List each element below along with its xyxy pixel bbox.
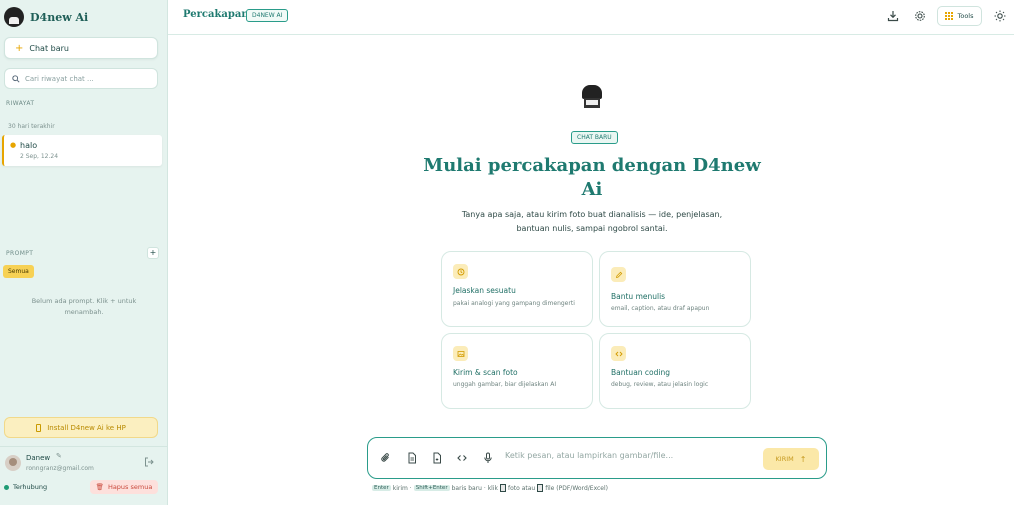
plus-icon: +: [15, 42, 24, 54]
suggestion-card-photo[interactable]: Kirim & scan foto unggah gambar, biar di…: [441, 333, 593, 409]
suggestion-card-explain[interactable]: Jelaskan sesuatu pakai analogi yang gamp…: [441, 251, 593, 327]
pencil-icon: [611, 267, 626, 282]
new-chat-badge: CHAT BARU: [571, 131, 618, 144]
suggestion-card-coding[interactable]: Bantuan coding debug, review, atau jelas…: [599, 333, 751, 409]
arrow-up-icon: ↑: [799, 454, 807, 464]
install-app-button[interactable]: Install D4new Ai ke HP: [4, 417, 158, 438]
status-dot-icon: [4, 484, 9, 490]
suggestion-card-write[interactable]: Bantu menulis email, caption, atau draf …: [599, 251, 751, 327]
card-title: Jelaskan sesuatu: [453, 286, 516, 295]
file-mini-icon: [537, 484, 544, 492]
card-title: Kirim & scan foto: [453, 368, 518, 377]
conversation-date: 2 Sep, 12.24: [20, 153, 59, 160]
prompt-filter-all[interactable]: Semua: [3, 265, 34, 278]
trash-icon: 🗑: [95, 483, 104, 491]
shift-enter-key: Shift+Enter: [413, 485, 450, 491]
card-title: Bantu menulis: [611, 292, 666, 301]
history-heading: RIWAYAT: [6, 100, 35, 107]
hero-subtitle: Tanya apa saja, atau kirim foto buat dia…: [461, 210, 723, 233]
tools-button[interactable]: Tools: [937, 6, 982, 26]
card-description: pakai analogi yang gampang dimengerti: [453, 300, 575, 307]
prompt-empty-text: Belum ada prompt. Klik + untuk menambah.: [31, 297, 137, 316]
paperclip-icon[interactable]: [380, 452, 392, 464]
new-chat-button[interactable]: + Chat baru: [4, 37, 158, 59]
photo-icon: [500, 484, 506, 492]
grid-icon: [945, 12, 954, 20]
topbar: Percakapan D4NEW AI Tools: [168, 0, 1014, 35]
sidebar: D4new Ai + Chat baru RIWAYAT 30 hari ter…: [0, 0, 168, 505]
conversation-item[interactable]: ● halo 2 Sep, 12.24: [2, 135, 162, 166]
card-description: email, caption, atau draf apapun: [611, 305, 710, 312]
download-icon[interactable]: [887, 10, 899, 22]
add-prompt-button[interactable]: +: [147, 247, 159, 259]
hint-file: file (PDF/Word/Excel): [545, 484, 609, 492]
user-email: ronngranz@gmail.com: [26, 465, 94, 472]
history-group-label: 30 hari terakhir: [8, 123, 55, 130]
search-icon: [12, 74, 20, 83]
brand-name: D4new Ai: [30, 10, 89, 24]
active-dot-icon: ●: [10, 141, 17, 149]
card-title: Bantuan coding: [611, 368, 670, 377]
mic-icon[interactable]: [482, 452, 494, 464]
sun-icon[interactable]: [994, 10, 1006, 22]
hero-title: Mulai percakapan dengan D4new Ai: [423, 155, 761, 200]
enter-key: Enter: [372, 485, 391, 491]
image-icon: [453, 346, 468, 361]
document-icon[interactable]: [406, 452, 418, 464]
avatar[interactable]: [5, 455, 21, 471]
status-label: Terhubung: [13, 483, 48, 491]
gear-icon[interactable]: [914, 10, 926, 22]
brand[interactable]: D4new Ai: [4, 6, 88, 28]
hint-send: kirim ·: [392, 484, 412, 492]
send-label: KIRIM: [775, 455, 794, 463]
hint-newline: baris baru · klik: [451, 484, 498, 492]
chat-main: CHAT BARU Mulai percakapan dengan D4new …: [168, 36, 1014, 505]
prompt-heading: PROMPT: [6, 250, 34, 257]
phone-icon: [36, 423, 42, 432]
history-search: [4, 68, 158, 89]
connection-status: Terhubung: [4, 483, 47, 491]
install-label: Install D4new Ai ke HP: [47, 423, 126, 432]
file-icon[interactable]: [431, 452, 443, 464]
clock-icon: [453, 264, 468, 279]
new-chat-label: Chat baru: [29, 43, 69, 53]
card-description: debug, review, atau jelasin logic: [611, 381, 709, 388]
tools-label: Tools: [957, 12, 974, 20]
hero-avatar: [577, 83, 607, 113]
message-composer: KIRIM ↑: [367, 437, 827, 479]
composer-hint: Enter kirim · Shift+Enter baris baru · k…: [370, 484, 608, 492]
send-button[interactable]: KIRIM ↑: [763, 448, 819, 470]
code-icon: [611, 346, 626, 361]
user-name: Danew: [26, 454, 51, 462]
brand-logo: [4, 7, 24, 27]
model-badge: D4NEW AI: [246, 9, 289, 22]
hint-photo: foto atau: [508, 484, 536, 492]
page-title: Percakapan: [183, 9, 249, 20]
message-input[interactable]: [505, 451, 745, 460]
clear-all-button[interactable]: 🗑 Hapus semua: [90, 480, 158, 494]
sidebar-divider: [0, 446, 168, 447]
clear-all-label: Hapus semua: [107, 483, 153, 491]
code-icon[interactable]: [456, 452, 468, 464]
edit-name-icon[interactable]: ✎: [56, 452, 62, 460]
card-description: unggah gambar, biar dijelaskan AI: [453, 381, 557, 388]
conversation-title: halo: [20, 141, 38, 150]
search-input[interactable]: [25, 74, 145, 83]
logout-icon[interactable]: [144, 457, 154, 467]
